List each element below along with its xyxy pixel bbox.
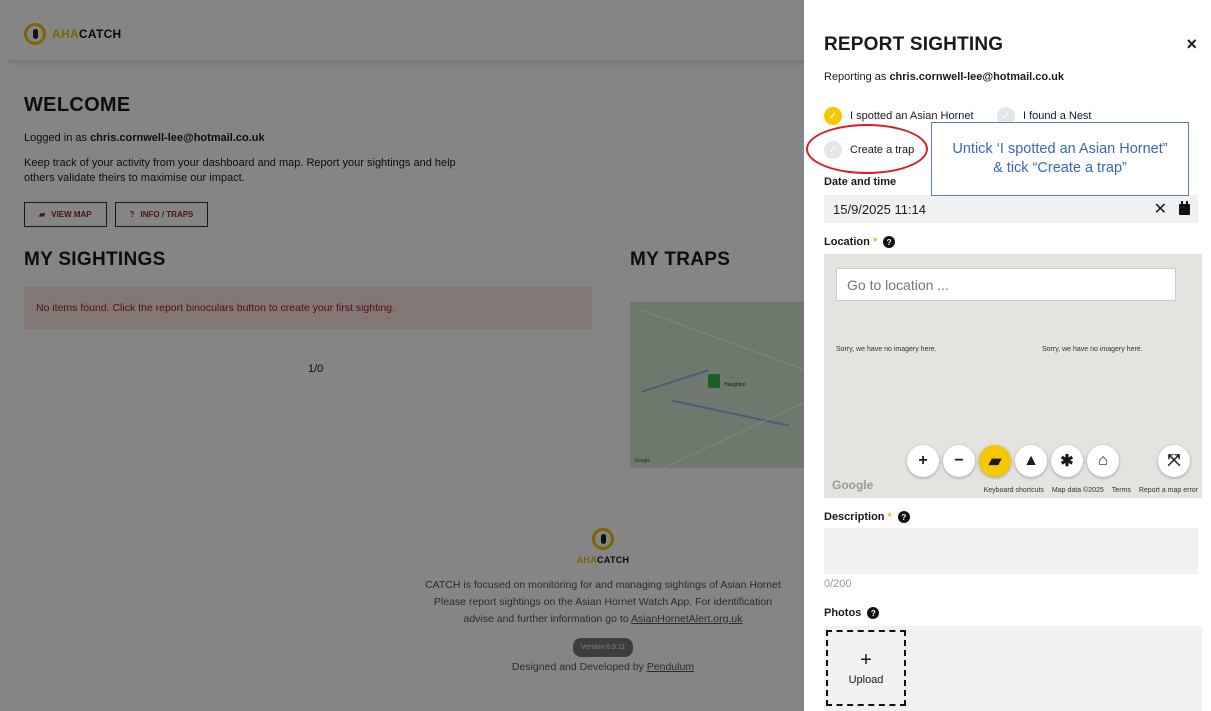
location-label: Location *?	[824, 236, 896, 248]
datetime-label: Date and time	[824, 176, 897, 188]
description-input[interactable]	[824, 528, 1198, 574]
map-footer: Keyboard shortcuts Map data ©2025 Terms …	[984, 487, 1198, 494]
close-icon[interactable]: ×	[1186, 34, 1197, 55]
calendar-icon[interactable]	[1179, 200, 1190, 215]
map-data-text: Map data ©2025	[1051, 487, 1104, 494]
reporting-as-text: Reporting as chris.cornwell-lee@hotmail.…	[824, 71, 1064, 83]
check-icon: ✓	[824, 107, 842, 125]
char-count: 0/200	[824, 578, 852, 590]
fullscreen-icon[interactable]: ⤧	[1158, 445, 1190, 477]
no-imagery-text: Sorry, we have no imagery here.	[836, 346, 937, 353]
help-icon[interactable]: ?	[883, 236, 896, 248]
terrain-icon[interactable]: ▲	[1015, 445, 1047, 477]
photos-area: + Upload	[824, 626, 1202, 711]
zoom-out-icon[interactable]: −	[943, 445, 975, 477]
report-map-error-link[interactable]: Report a map error	[1139, 487, 1198, 494]
zoom-in-icon[interactable]: +	[907, 445, 939, 477]
reporting-email: chris.cornwell-lee@hotmail.co.uk	[889, 71, 1064, 83]
google-logo: Google	[832, 478, 874, 492]
highlight-oval	[806, 124, 928, 174]
description-label: Description *?	[824, 511, 910, 523]
help-icon[interactable]: ?	[867, 607, 880, 619]
modal-backdrop[interactable]	[0, 0, 804, 711]
no-imagery-text: Sorry, we have no imagery here.	[1042, 346, 1143, 353]
plus-icon: +	[860, 649, 872, 671]
datetime-field[interactable]: 15/9/2025 11:14 ✕	[824, 195, 1198, 223]
map-view-icon[interactable]: ▰	[979, 445, 1011, 477]
instruction-note: Untick ‘I spotted an Asian Hornet” & tic…	[931, 122, 1189, 196]
clear-icon[interactable]: ✕	[1154, 199, 1167, 219]
location-map[interactable]: Go to location ... Sorry, we have no ima…	[824, 254, 1202, 498]
terms-link[interactable]: Terms	[1112, 487, 1131, 494]
help-icon[interactable]: ?	[897, 511, 910, 523]
datetime-value: 15/9/2025 11:14	[833, 201, 927, 217]
photos-label: Photos?	[824, 607, 880, 619]
upload-button[interactable]: + Upload	[826, 630, 906, 706]
satellite-icon[interactable]: ✱	[1051, 445, 1083, 477]
home-icon[interactable]: ⌂	[1087, 445, 1119, 477]
panel-title: REPORT SIGHTING	[824, 34, 1004, 55]
location-search-input[interactable]: Go to location ...	[836, 268, 1176, 301]
keyboard-shortcuts-link[interactable]: Keyboard shortcuts	[984, 487, 1044, 494]
